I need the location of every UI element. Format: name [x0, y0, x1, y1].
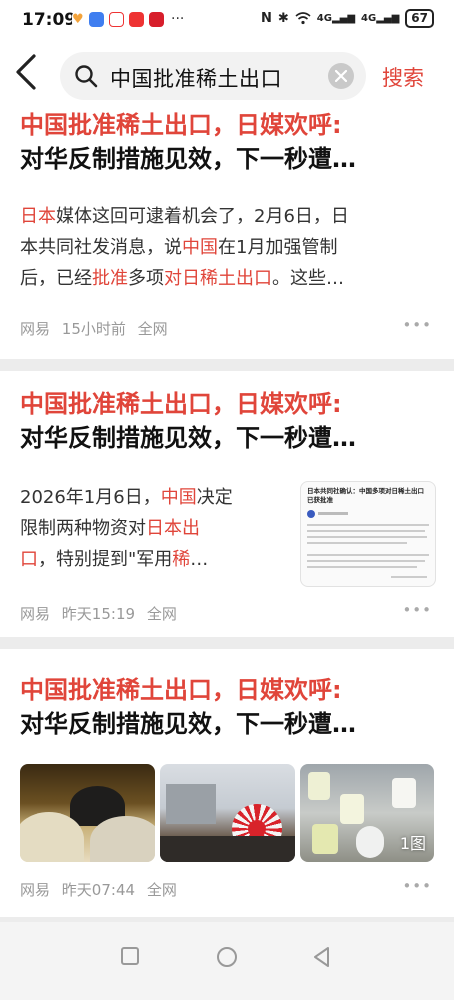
rare-earth-powder-image[interactable] — [20, 764, 155, 862]
chevron-left-icon — [16, 54, 36, 90]
recent-apps-button[interactable] — [120, 946, 140, 970]
result-title[interactable]: 中国批准稀土出口，日媒欢呼: 对华反制措施见效，下一秒遭… — [20, 108, 440, 176]
source-label: 网易 — [20, 320, 51, 338]
more-options-icon[interactable]: ••• — [402, 316, 432, 334]
time-label: 昨天15:19 — [61, 605, 136, 623]
netease-notification-icon — [149, 11, 164, 27]
article-thumbnail[interactable]: 日本共同社确认：中国多项对日稀土出口已获批准 — [300, 481, 436, 587]
result-card-2[interactable]: 中国批准稀土出口，日媒欢呼: 对华反制措施见效，下一秒遭… 2026年1月6日，… — [0, 371, 454, 637]
news-app-notification-icon — [129, 11, 144, 27]
result-meta: 网易 昨天15:19 全网 — [20, 603, 184, 624]
result-card-3[interactable]: 中国批准稀土出口，日媒欢呼: 对华反制措施见效，下一秒遭… 1图 网易 昨天07… — [0, 649, 454, 917]
result-summary: 日本媒体这回可逮着机会了，2月6日，日 本共同社发消息，说中国在1月加强管制 后… — [20, 206, 349, 289]
search-query: 中国批准稀土出口 — [110, 67, 282, 91]
back-nav-button[interactable] — [312, 946, 332, 972]
more-options-icon[interactable]: ••• — [402, 877, 432, 895]
japan-protest-image[interactable] — [160, 764, 295, 862]
result-meta: 网易 15小时前 全网 — [20, 318, 175, 339]
home-button[interactable] — [216, 946, 238, 972]
app-blue-notification-icon — [89, 11, 104, 27]
battery-icon: 67 — [405, 9, 434, 28]
wifi-icon — [295, 12, 311, 25]
image-count-badge: 1图 — [399, 834, 426, 853]
time-label: 15小时前 — [61, 320, 126, 338]
weibo-notification-icon: ♥ — [72, 11, 84, 27]
search-button[interactable]: 搜索 — [382, 62, 424, 92]
search-input[interactable]: 中国批准稀土出口 — [60, 52, 366, 100]
time-label: 昨天07:44 — [61, 881, 136, 899]
cellular-signal-1-icon: 4G▂▄▆ — [316, 13, 356, 24]
system-icons: N ✱ 4G▂▄▆ 4G▂▄▆ 67 — [261, 9, 434, 28]
source-label: 网易 — [20, 881, 51, 899]
back-button[interactable] — [14, 52, 50, 96]
scope-label: 全网 — [146, 881, 177, 899]
scope-label: 全网 — [146, 605, 177, 623]
result-title[interactable]: 中国批准稀土出口，日媒欢呼: 对华反制措施见效，下一秒遭… — [20, 387, 440, 455]
nfc-icon: N — [261, 11, 272, 26]
stock-app-notification-icon — [109, 11, 124, 27]
cellular-signal-2-icon: 4G▂▄▆ — [361, 13, 400, 24]
system-navigation-bar — [0, 922, 454, 1000]
search-icon — [75, 65, 98, 88]
scope-label: 全网 — [137, 320, 168, 338]
thumbnail-heading: 日本共同社确认：中国多项对日稀土出口已获批准 — [307, 487, 424, 504]
clear-search-button[interactable] — [328, 63, 354, 89]
source-label: 网易 — [20, 605, 51, 623]
circle-icon — [217, 947, 237, 967]
square-icon — [121, 947, 139, 965]
triangle-back-icon — [314, 947, 329, 967]
result-summary: 2026年1月6日，中国决定 限制两种物资对日本出 口，特别提到"军用稀… — [20, 487, 233, 570]
status-time: 17:09 — [22, 10, 77, 30]
bluetooth-icon: ✱ — [277, 11, 289, 26]
search-header: 中国批准稀土出口 搜索 — [0, 42, 454, 106]
rare-earth-samples-image[interactable]: 1图 — [300, 764, 434, 862]
more-notifications-icon: ··· — [171, 11, 185, 27]
status-bar: 17:09 ♥ ··· N ✱ 4G▂▄▆ 4G▂▄▆ 67 — [0, 0, 454, 42]
result-meta: 网易 昨天07:44 全网 — [20, 879, 184, 900]
close-icon — [335, 70, 347, 82]
notification-icons: ♥ ··· — [72, 11, 184, 27]
more-options-icon[interactable]: ••• — [402, 601, 432, 619]
result-title[interactable]: 中国批准稀土出口，日媒欢呼: 对华反制措施见效，下一秒遭… — [20, 673, 440, 741]
result-card-1[interactable]: 中国批准稀土出口，日媒欢呼: 对华反制措施见效，下一秒遭… 日本媒体这回可逮着机… — [0, 106, 454, 359]
